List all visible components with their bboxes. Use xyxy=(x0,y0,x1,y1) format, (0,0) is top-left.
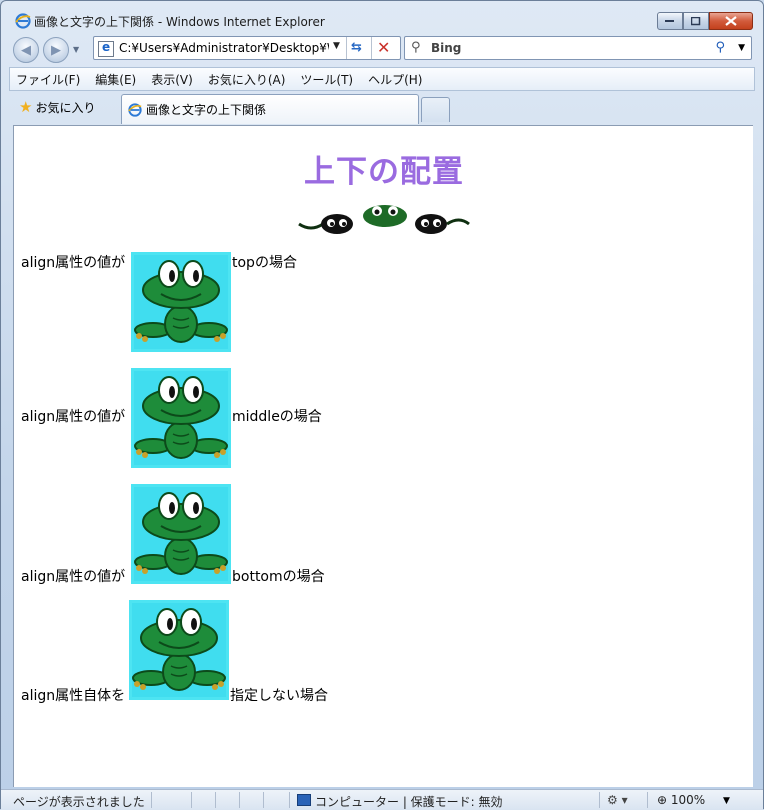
row-label-before: align属性の値が xyxy=(21,569,126,585)
zoom-icon: ⊕ xyxy=(657,793,668,807)
back-icon: ◀ xyxy=(21,42,31,58)
menu-file[interactable]: ファイル(F) xyxy=(16,71,80,88)
separator xyxy=(289,792,290,808)
row-label-after: bottomの場合 xyxy=(232,569,325,585)
navigation-bar: ◀ ▶ ▼ C:¥Users¥Administrator¥Desktop¥W ▼… xyxy=(1,33,763,65)
row-label-after: middleの場合 xyxy=(232,409,322,425)
tadpole-icon xyxy=(298,205,470,234)
forward-icon: ▶ xyxy=(51,42,61,58)
menu-help[interactable]: ヘルプ(H) xyxy=(368,71,422,88)
separator xyxy=(191,792,192,808)
row-label-before: align属性の値が xyxy=(21,255,126,271)
menu-edit[interactable]: 編集(E) xyxy=(95,71,136,88)
separator xyxy=(239,792,240,808)
zoom-level[interactable]: ⊕ 100% xyxy=(657,793,705,807)
separator xyxy=(215,792,216,808)
frog-image xyxy=(131,484,231,584)
favorites-button[interactable]: ★ お気に入り xyxy=(19,98,95,116)
menu-bar: ファイル(F) 編集(E) 表示(V) お気に入り(A) ツール(T) ヘルプ(… xyxy=(9,67,755,91)
page-content: 上下の配置 align属性の値が topの場合 align属性の値が middl… xyxy=(13,125,753,787)
ie-icon xyxy=(15,13,31,29)
search-options-dropdown-icon[interactable]: ▼ xyxy=(738,43,745,53)
separator xyxy=(647,792,648,808)
tab-current[interactable]: 画像と文字の上下関係 xyxy=(121,94,419,124)
minimize-button[interactable] xyxy=(657,12,683,30)
title-bar: 画像と文字の上下関係 - Windows Internet Explorer xyxy=(1,1,763,31)
window-controls xyxy=(657,12,753,30)
separator xyxy=(263,792,264,808)
add-ons-icon[interactable]: ⚙ ▾ xyxy=(607,793,628,807)
stop-icon[interactable]: ✕ xyxy=(377,38,390,57)
frog-image xyxy=(129,600,229,700)
separator xyxy=(346,37,347,59)
menu-view[interactable]: 表示(V) xyxy=(151,71,193,88)
close-button[interactable] xyxy=(709,12,753,30)
recent-pages-dropdown-icon[interactable]: ▼ xyxy=(73,45,79,54)
row-label-before: align属性自体を xyxy=(21,688,126,704)
frog-image xyxy=(131,368,231,468)
page-heading: 上下の配置 xyxy=(304,154,464,190)
back-button[interactable]: ◀ xyxy=(13,37,39,63)
separator xyxy=(151,792,152,808)
maximize-icon xyxy=(691,16,701,25)
search-icon[interactable]: ⚲ xyxy=(715,40,725,55)
separator xyxy=(371,37,372,59)
security-zone-text[interactable]: コンピューター | 保護モード: 無効 xyxy=(315,793,503,810)
minimize-icon xyxy=(665,20,674,22)
tab-title: 画像と文字の上下関係 xyxy=(146,103,267,117)
status-text: ページが表示されました xyxy=(13,795,145,809)
zoom-value: 100% xyxy=(670,793,706,807)
frog-image xyxy=(131,252,231,352)
status-bar: ページが表示されました コンピューター | 保護モード: 無効 ⚙ ▾ ⊕ 10… xyxy=(1,789,763,810)
address-bar[interactable]: C:¥Users¥Administrator¥Desktop¥W ▼ ⇆ ✕ xyxy=(93,36,401,60)
favorites-label: お気に入り xyxy=(35,100,96,115)
star-icon: ★ xyxy=(19,98,33,116)
menu-favorites[interactable]: お気に入り(A) xyxy=(208,71,286,88)
forward-button[interactable]: ▶ xyxy=(43,37,69,63)
menu-tools[interactable]: ツール(T) xyxy=(300,71,353,88)
row-label-after: 指定しない場合 xyxy=(230,688,328,704)
separator xyxy=(599,792,600,808)
search-provider-icon: ⚲ xyxy=(411,40,421,55)
close-icon xyxy=(725,16,737,26)
address-dropdown-icon[interactable]: ▼ xyxy=(333,41,340,51)
search-box[interactable]: ⚲ Bing ⚲ ▼ xyxy=(404,36,752,60)
row-label-before: align属性の値が xyxy=(21,409,126,425)
computer-zone-icon xyxy=(297,794,311,806)
new-tab-button[interactable] xyxy=(421,97,450,122)
row-label-after: topの場合 xyxy=(232,255,297,271)
search-input[interactable]: Bing xyxy=(431,41,461,55)
browser-window: 画像と文字の上下関係 - Windows Internet Explorer ◀… xyxy=(0,0,764,810)
ie-icon xyxy=(128,102,142,117)
zoom-dropdown-icon[interactable]: ▼ xyxy=(723,796,730,806)
refresh-icon[interactable]: ⇆ xyxy=(351,40,362,55)
maximize-button[interactable] xyxy=(683,12,709,30)
tab-bar: ★ お気に入り 画像と文字の上下関係 xyxy=(9,93,755,125)
address-input[interactable]: C:¥Users¥Administrator¥Desktop¥W xyxy=(119,41,329,55)
window-title: 画像と文字の上下関係 - Windows Internet Explorer xyxy=(34,15,325,29)
page-icon xyxy=(98,40,114,57)
